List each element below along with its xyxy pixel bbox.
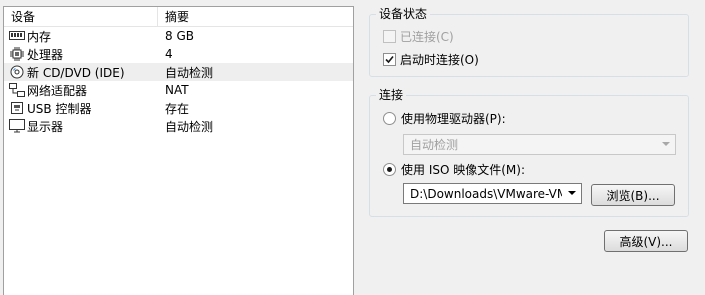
cd-dvd-icon [9, 65, 25, 79]
device-name: 新 CD/DVD (IDE) [27, 65, 125, 80]
advanced-button[interactable]: 高级(V)... [604, 230, 688, 252]
device-row-display[interactable]: 显示器 自动检测 [4, 117, 353, 135]
device-name: 内存 [27, 29, 52, 44]
connection-group: 连接 使用物理驱动器(P): 自动检测 使用 ISO 映像文件(M): D:\D… [369, 88, 689, 217]
memory-icon [9, 29, 25, 43]
connect-on-power-on-checkbox[interactable]: 启动时连接(O) [383, 51, 479, 68]
physical-drive-radio[interactable]: 使用物理驱动器(P): [383, 110, 506, 127]
device-list[interactable]: 设备 摘要 内存 8 GB 处理器 4 新 CD/DVD (IDE) 自动检测 [3, 6, 354, 295]
network-adapter-icon [9, 83, 25, 97]
physical-drive-value: 自动检测 [410, 138, 459, 152]
physical-drive-select: 自动检测 [403, 134, 676, 155]
device-row-usb-controller[interactable]: USB 控制器 存在 [4, 99, 353, 117]
column-header-device[interactable]: 设备 [4, 7, 158, 26]
device-summary: NAT [165, 83, 189, 97]
chevron-down-icon[interactable] [568, 191, 576, 195]
device-summary: 自动检测 [165, 119, 214, 134]
device-status-group: 设备状态 已连接(C) 启动时连接(O) [369, 7, 689, 77]
chevron-down-icon [662, 142, 670, 146]
device-row-network-adapter[interactable]: 网络适配器 NAT [4, 81, 353, 99]
iso-image-radio[interactable]: 使用 ISO 映像文件(M): [383, 161, 525, 178]
connection-title: 连接 [376, 88, 407, 102]
device-row-processor[interactable]: 处理器 4 [4, 45, 353, 63]
connected-checkbox[interactable]: 已连接(C) [383, 28, 454, 45]
device-summary: 8 GB [165, 29, 194, 43]
browse-button[interactable]: 浏览(B)... [591, 184, 675, 206]
checkmark-icon [385, 55, 394, 64]
device-name: USB 控制器 [27, 101, 92, 116]
connect-on-power-on-label: 启动时连接(O) [400, 53, 479, 67]
physical-drive-radio-button[interactable] [383, 112, 396, 125]
device-status-title: 设备状态 [376, 7, 431, 21]
connected-label: 已连接(C) [400, 30, 454, 44]
device-summary: 存在 [165, 101, 190, 116]
display-icon [9, 119, 25, 133]
processor-icon [9, 47, 25, 61]
device-summary: 4 [165, 47, 173, 61]
usb-controller-icon [9, 101, 25, 115]
device-name: 网络适配器 [27, 83, 88, 98]
device-name: 显示器 [27, 119, 64, 134]
device-summary: 自动检测 [165, 65, 214, 80]
physical-drive-label: 使用物理驱动器(P): [401, 112, 506, 126]
iso-image-label: 使用 ISO 映像文件(M): [401, 163, 525, 177]
iso-path-combobox[interactable]: D:\Downloads\VMware-VMv [403, 183, 582, 204]
device-row-memory[interactable]: 内存 8 GB [4, 27, 353, 45]
device-name: 处理器 [27, 47, 64, 62]
column-header-summary[interactable]: 摘要 [158, 7, 189, 27]
connect-on-power-on-checkbox-box[interactable] [383, 53, 396, 66]
iso-path-value: D:\Downloads\VMware-VMv [410, 186, 562, 201]
iso-image-radio-button[interactable] [383, 163, 396, 176]
connected-checkbox-box[interactable] [383, 30, 396, 43]
device-row-cd-dvd[interactable]: 新 CD/DVD (IDE) 自动检测 [4, 63, 353, 81]
device-list-header: 设备 摘要 [4, 7, 353, 27]
